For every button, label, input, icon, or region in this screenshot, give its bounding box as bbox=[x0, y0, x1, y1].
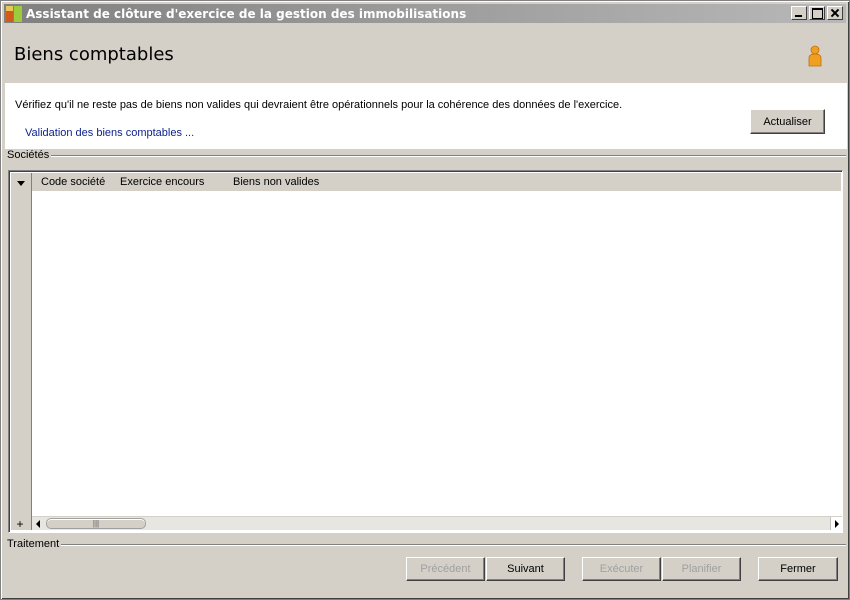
validation-link[interactable]: Validation des biens comptables ... bbox=[25, 127, 194, 139]
page-title: Biens comptables bbox=[14, 44, 174, 65]
processing-group-label: Traitement bbox=[7, 538, 60, 550]
add-row-icon[interactable]: + bbox=[13, 517, 27, 531]
instruction-text: Vérifiez qu'il ne reste pas de biens non… bbox=[15, 99, 623, 111]
person-icon bbox=[808, 45, 822, 67]
app-icon bbox=[6, 5, 22, 22]
grid-row-header bbox=[11, 173, 32, 530]
minimize-button[interactable] bbox=[791, 6, 807, 20]
previous-button[interactable]: Précédent bbox=[406, 557, 485, 581]
close-button[interactable]: Fermer bbox=[758, 557, 838, 581]
page-header: Biens comptables bbox=[5, 25, 847, 83]
execute-button[interactable]: Exécuter bbox=[582, 557, 661, 581]
companies-grid[interactable]: Code société Exercice encours Biens non … bbox=[8, 170, 843, 533]
schedule-button[interactable]: Planifier bbox=[662, 557, 741, 581]
window-title: Assistant de clôture d'exercice de la ge… bbox=[26, 6, 467, 21]
scroll-left-arrow-icon[interactable] bbox=[33, 517, 45, 530]
scroll-right-arrow-icon[interactable] bbox=[830, 517, 842, 530]
column-header-exercice-encours[interactable]: Exercice encours bbox=[120, 176, 204, 188]
companies-group-divider bbox=[51, 155, 846, 157]
column-header-biens-non-valides[interactable]: Biens non valides bbox=[233, 176, 319, 188]
next-button[interactable]: Suivant bbox=[486, 557, 565, 581]
maximize-button[interactable] bbox=[809, 6, 825, 20]
grid-column-header: Code société Exercice encours Biens non … bbox=[32, 173, 841, 191]
grid-menu-arrow-icon[interactable] bbox=[17, 181, 25, 186]
instruction-panel: Vérifiez qu'il ne reste pas de biens non… bbox=[5, 83, 847, 149]
processing-group-divider bbox=[61, 544, 846, 546]
close-window-button[interactable] bbox=[827, 6, 843, 20]
companies-group-label: Sociétés bbox=[7, 149, 50, 161]
horizontal-scrollbar[interactable]: + ||| bbox=[16, 516, 842, 531]
scroll-thumb[interactable]: ||| bbox=[46, 518, 146, 529]
column-header-code-societe[interactable]: Code société bbox=[41, 176, 105, 188]
wizard-window: Assistant de clôture d'exercice de la ge… bbox=[0, 0, 850, 600]
refresh-button[interactable]: Actualiser bbox=[750, 109, 825, 134]
title-bar[interactable]: Assistant de clôture d'exercice de la ge… bbox=[4, 4, 846, 23]
